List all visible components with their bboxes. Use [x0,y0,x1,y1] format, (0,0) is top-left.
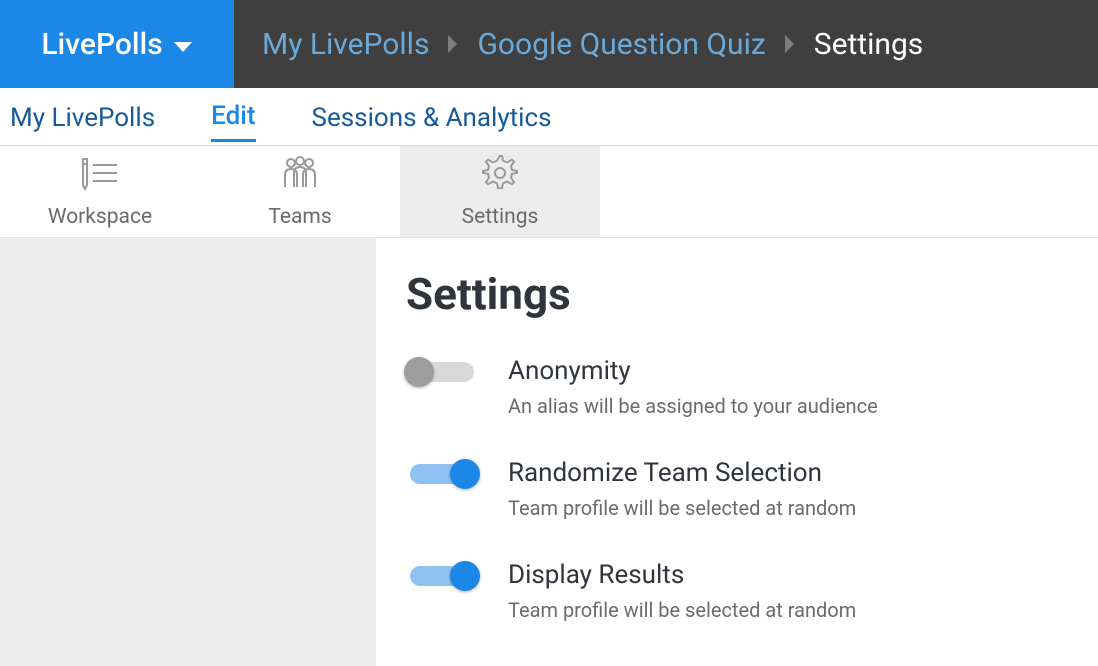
page-title: Settings [406,268,1068,320]
toggle-knob [450,459,480,489]
setting-desc: An alias will be assigned to your audien… [508,394,878,418]
chevron-right-icon [784,27,796,62]
toggle-knob [450,561,480,591]
tab-settings[interactable]: Settings [400,146,600,237]
setting-randomize-team: Randomize Team Selection Team profile wi… [406,458,1068,520]
nav-edit[interactable]: Edit [211,91,255,142]
setting-text: Display Results Team profile will be sel… [508,560,856,622]
setting-title: Anonymity [508,356,878,386]
tab-label: Settings [462,205,539,229]
brand-dropdown[interactable]: LivePolls [0,0,234,88]
topbar: LivePolls My LivePolls Google Question Q… [0,0,1098,88]
breadcrumb-quiz[interactable]: Google Question Quiz [477,27,765,62]
nav-my-livepolls[interactable]: My LivePolls [10,93,155,141]
toggle-display-results[interactable] [406,562,478,592]
setting-display-results: Display Results Team profile will be sel… [406,560,1068,622]
tab-label: Teams [268,205,331,229]
brand-label: LivePolls [41,27,162,62]
pencil-list-icon [79,155,121,197]
main-panel: Settings Anonymity An alias will be assi… [376,238,1098,666]
setting-desc: Team profile will be selected at random [508,496,856,520]
side-gutter [0,238,376,666]
content-area: Settings Anonymity An alias will be assi… [0,238,1098,666]
breadcrumb-my-livepolls[interactable]: My LivePolls [262,27,429,62]
toggle-knob [404,357,434,387]
chevron-right-icon [447,27,459,62]
primary-nav: My LivePolls Edit Sessions & Analytics [0,88,1098,146]
caret-down-icon [173,27,193,62]
nav-sessions-analytics[interactable]: Sessions & Analytics [312,93,552,141]
tab-teams[interactable]: Teams [200,146,400,237]
tab-label: Workspace [48,205,152,229]
breadcrumb-current: Settings [814,27,924,62]
team-icon [279,155,321,197]
setting-text: Anonymity An alias will be assigned to y… [508,356,878,418]
secondary-nav: Workspace Teams Settings [0,146,1098,238]
tab-workspace[interactable]: Workspace [0,146,200,237]
toggle-anonymity[interactable] [406,358,478,388]
setting-title: Display Results [508,560,856,590]
setting-text: Randomize Team Selection Team profile wi… [508,458,856,520]
gear-icon [479,155,521,197]
setting-desc: Team profile will be selected at random [508,598,856,622]
setting-title: Randomize Team Selection [508,458,856,488]
breadcrumb: My LivePolls Google Question Quiz Settin… [234,0,1098,88]
setting-anonymity: Anonymity An alias will be assigned to y… [406,356,1068,418]
toggle-randomize-team[interactable] [406,460,478,490]
